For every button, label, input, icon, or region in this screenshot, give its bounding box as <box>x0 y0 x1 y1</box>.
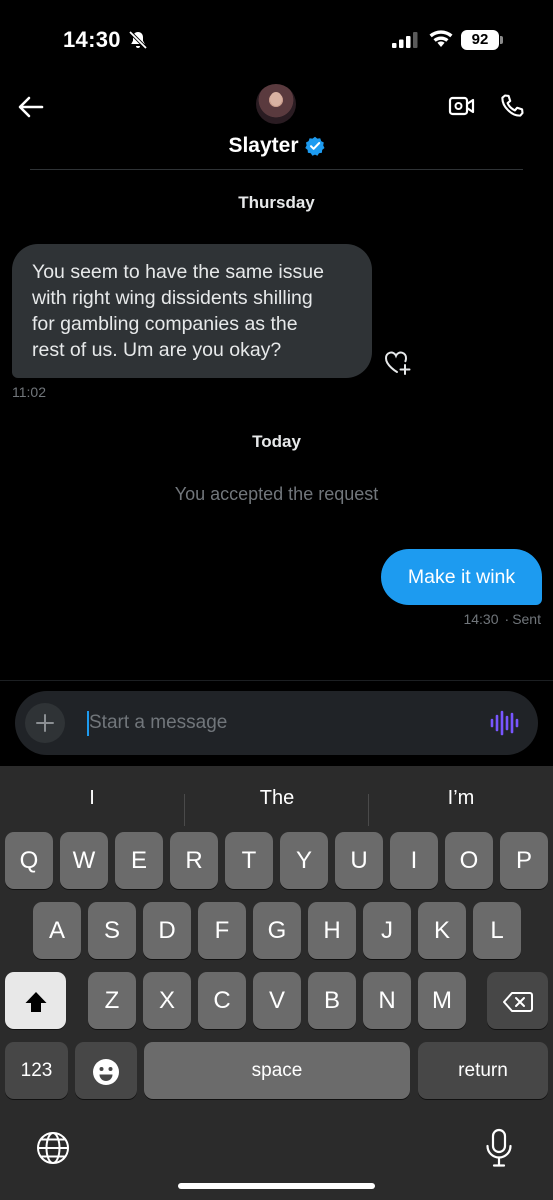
incoming-message-time: 11:02 <box>12 384 46 400</box>
video-call-icon[interactable] <box>448 92 476 120</box>
key-e[interactable]: E <box>115 832 163 889</box>
battery-tip <box>500 36 503 44</box>
emoji-key[interactable] <box>75 1042 137 1099</box>
predictive-bar: I The I’m <box>0 778 553 826</box>
delete-key[interactable] <box>487 972 548 1029</box>
voice-message-icon[interactable] <box>489 709 519 737</box>
key-y[interactable]: Y <box>280 832 328 889</box>
conversation-header: Slayter <box>0 80 553 170</box>
key-x[interactable]: X <box>143 972 191 1029</box>
key-v[interactable]: V <box>253 972 301 1029</box>
key-n[interactable]: N <box>363 972 411 1029</box>
message-line: rest of us. Um are you okay? <box>32 339 282 361</box>
contact-name-row[interactable]: Slayter <box>0 134 553 158</box>
message-line: You seem to have the same issue <box>32 261 324 283</box>
dictation-microphone-icon[interactable] <box>484 1128 514 1168</box>
key-o[interactable]: O <box>445 832 493 889</box>
key-a[interactable]: A <box>33 902 81 959</box>
message-line: with right wing dissidents shilling <box>32 287 313 309</box>
key-u[interactable]: U <box>335 832 383 889</box>
key-j[interactable]: J <box>363 902 411 959</box>
key-w[interactable]: W <box>60 832 108 889</box>
message-status: Sent <box>512 611 541 627</box>
suggestion-1[interactable]: I <box>0 778 184 818</box>
day-separator-today: Today <box>252 432 301 451</box>
key-s[interactable]: S <box>88 902 136 959</box>
globe-language-icon[interactable] <box>35 1130 71 1166</box>
key-t[interactable]: T <box>225 832 273 889</box>
key-d[interactable]: D <box>143 902 191 959</box>
space-key[interactable]: space <box>144 1042 410 1099</box>
on-screen-keyboard: I The I’m Q W E R T Y U I O P A S D F G … <box>0 766 553 1200</box>
bell-off-icon <box>128 30 148 50</box>
phone-call-icon[interactable] <box>498 92 526 120</box>
meta-dot: · <box>504 611 510 627</box>
key-b[interactable]: B <box>308 972 356 1029</box>
back-button[interactable] <box>14 90 48 124</box>
suggestion-2[interactable]: The <box>185 778 369 818</box>
contact-name: Slayter <box>228 134 299 157</box>
key-f[interactable]: F <box>198 902 246 959</box>
outgoing-message-time: 14:30 <box>463 611 499 627</box>
home-indicator[interactable] <box>178 1183 375 1189</box>
arrow-left-icon <box>18 96 44 118</box>
backspace-icon <box>502 991 533 1012</box>
add-attachment-button[interactable] <box>25 703 65 743</box>
text-caret <box>87 711 89 736</box>
message-input[interactable] <box>87 691 477 755</box>
contact-avatar[interactable] <box>256 84 296 124</box>
key-p[interactable]: P <box>500 832 548 889</box>
composer-divider <box>0 680 553 681</box>
outgoing-message-meta: 14:30 · Sent <box>463 611 541 627</box>
plus-icon <box>36 714 54 732</box>
status-bar: 14:30 92 <box>0 0 553 80</box>
wifi-icon <box>429 30 453 47</box>
outgoing-message-bubble[interactable]: Make it wink <box>381 549 542 605</box>
key-q[interactable]: Q <box>5 832 53 889</box>
key-k[interactable]: K <box>418 902 466 959</box>
day-separator-thursday: Thursday <box>238 193 315 212</box>
return-key[interactable]: return <box>418 1042 548 1099</box>
key-m[interactable]: M <box>418 972 466 1029</box>
key-h[interactable]: H <box>308 902 356 959</box>
verified-badge-icon <box>304 136 325 156</box>
key-r[interactable]: R <box>170 832 218 889</box>
suggestion-3[interactable]: I’m <box>369 778 553 818</box>
key-c[interactable]: C <box>198 972 246 1029</box>
status-time: 14:30 <box>63 27 121 52</box>
key-i[interactable]: I <box>390 832 438 889</box>
battery-level: 92 <box>461 30 499 50</box>
message-composer <box>15 691 538 755</box>
message-line: for gambling companies as the <box>32 313 298 335</box>
shift-key[interactable] <box>5 972 66 1029</box>
system-message: You accepted the request <box>174 484 379 504</box>
numbers-key[interactable]: 123 <box>5 1042 68 1099</box>
shift-arrow-icon <box>25 991 46 1012</box>
emoji-smiley-icon <box>93 1058 119 1085</box>
key-g[interactable]: G <box>253 902 301 959</box>
cellular-signal-icon <box>392 32 418 48</box>
add-reaction-heart-icon[interactable] <box>384 350 412 376</box>
key-z[interactable]: Z <box>88 972 136 1029</box>
incoming-message-bubble[interactable]: You seem to have the same issue with rig… <box>12 244 372 378</box>
key-l[interactable]: L <box>473 902 521 959</box>
header-divider <box>30 169 523 170</box>
